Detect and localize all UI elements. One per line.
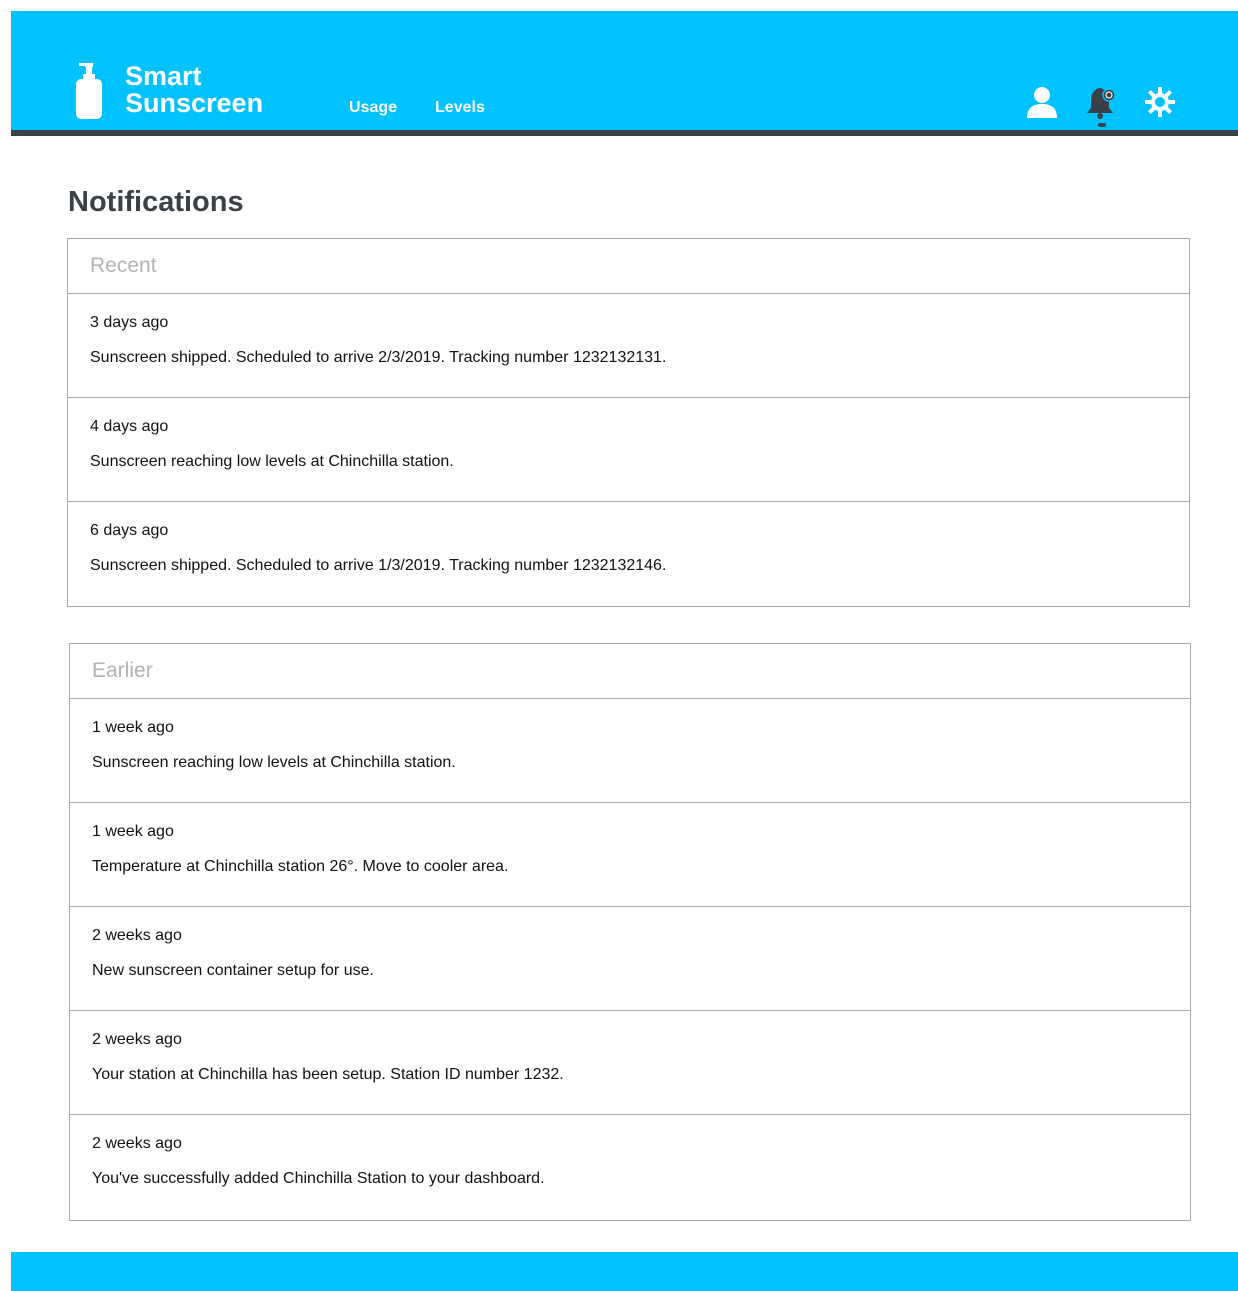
gear-icon[interactable]: [1143, 85, 1177, 119]
app-footer: [11, 1252, 1238, 1291]
notification-item[interactable]: 3 days ago Sunscreen shipped. Scheduled …: [68, 294, 1189, 398]
notification-message: Sunscreen shipped. Scheduled to arrive 2…: [90, 349, 667, 366]
nav-usage[interactable]: Usage: [349, 99, 397, 117]
notification-time: 2 weeks ago: [92, 927, 182, 944]
notification-time: 1 week ago: [92, 823, 174, 840]
notification-time: 3 days ago: [90, 314, 169, 331]
notification-message: You've successfully added Chinchilla Sta…: [92, 1170, 545, 1187]
recent-notifications-panel: Recent 3 days ago Sunscreen shipped. Sch…: [67, 238, 1190, 607]
notification-time: 1 week ago: [92, 719, 174, 736]
notification-item[interactable]: 1 week ago Sunscreen reaching low levels…: [70, 699, 1190, 803]
notification-item[interactable]: 1 week ago Temperature at Chinchilla sta…: [70, 803, 1190, 907]
notification-item[interactable]: 2 weeks ago You've successfully added Ch…: [70, 1115, 1190, 1219]
user-icon[interactable]: [1025, 85, 1059, 119]
nav-levels[interactable]: Levels: [435, 99, 485, 117]
section-title-earlier: Earlier: [70, 644, 1190, 699]
bell-icon[interactable]: [1085, 85, 1119, 119]
notification-item[interactable]: 4 days ago Sunscreen reaching low levels…: [68, 398, 1189, 502]
earlier-notifications-panel: Earlier 1 week ago Sunscreen reaching lo…: [69, 643, 1191, 1221]
notification-time: 4 days ago: [90, 418, 169, 435]
notification-item[interactable]: 6 days ago Sunscreen shipped. Scheduled …: [68, 502, 1189, 606]
app-header: Smart Sunscreen Usage Levels: [11, 11, 1238, 136]
notification-message: Sunscreen reaching low levels at Chinchi…: [92, 754, 456, 771]
brand-line2: Sunscreen: [125, 88, 264, 118]
active-indicator: [1098, 123, 1106, 127]
sunscreen-bottle-icon: [76, 63, 102, 119]
notification-message: Sunscreen shipped. Scheduled to arrive 1…: [90, 557, 667, 574]
notification-message: Your station at Chinchilla has been setu…: [92, 1066, 564, 1083]
notification-message: New sunscreen container setup for use.: [92, 962, 374, 979]
section-title-recent: Recent: [68, 239, 1189, 294]
notification-time: 6 days ago: [90, 522, 169, 539]
notification-message: Temperature at Chinchilla station 26°. M…: [92, 858, 509, 875]
notification-message: Sunscreen reaching low levels at Chinchi…: [90, 453, 454, 470]
main-nav: Usage Levels: [349, 99, 485, 117]
notification-time: 2 weeks ago: [92, 1031, 182, 1048]
brand-name[interactable]: Smart Sunscreen: [125, 63, 263, 117]
notification-time: 2 weeks ago: [92, 1135, 182, 1152]
page-title: Notifications: [68, 186, 244, 218]
notification-item[interactable]: 2 weeks ago New sunscreen container setu…: [70, 907, 1190, 1011]
notification-item[interactable]: 2 weeks ago Your station at Chinchilla h…: [70, 1011, 1190, 1115]
brand-line1: Smart: [125, 61, 202, 91]
